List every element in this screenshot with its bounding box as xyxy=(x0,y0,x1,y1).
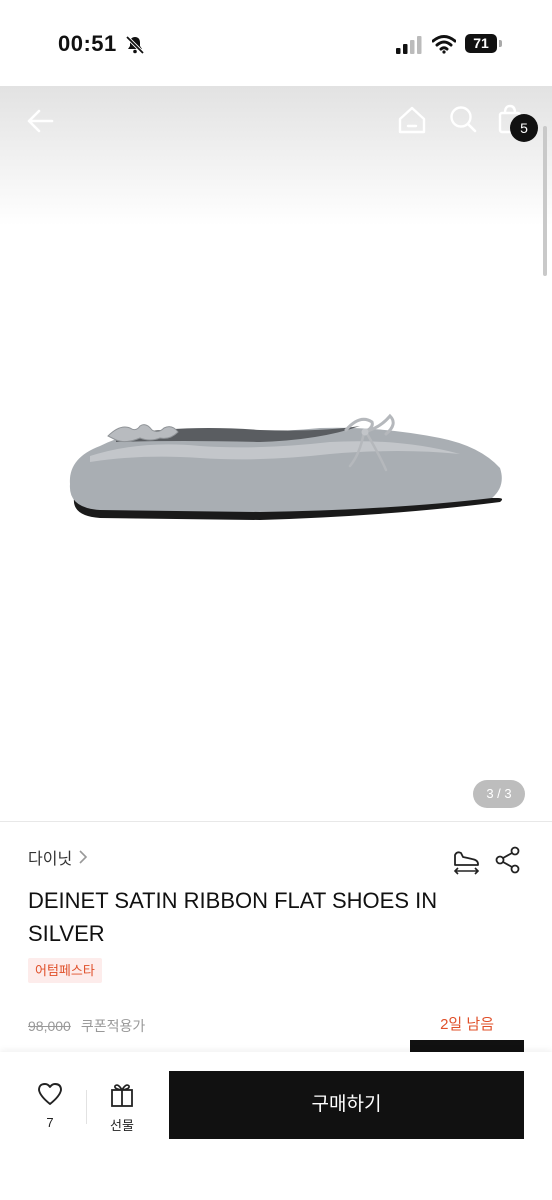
coupon-download-button[interactable] xyxy=(410,1040,524,1052)
days-left-label: 2일 남음 xyxy=(440,1016,494,1033)
bottom-action-bar: 7 선물 구매하기 xyxy=(0,1052,552,1200)
gift-label: 선물 xyxy=(110,1118,134,1133)
coupon-applied-label: 쿠폰적용가 xyxy=(80,1018,146,1034)
gift-button[interactable]: 선물 xyxy=(104,1082,140,1134)
buy-button[interactable]: 구매하기 xyxy=(169,1071,524,1139)
home-icon[interactable] xyxy=(396,104,428,136)
sale-price-row-partial xyxy=(0,1040,552,1052)
cart-count-badge[interactable]: 5 xyxy=(510,114,538,142)
brand-name: 다이닛 xyxy=(28,851,73,868)
heart-icon xyxy=(38,1083,62,1105)
like-button[interactable]: 7 xyxy=(32,1082,68,1130)
gift-icon xyxy=(111,1084,133,1107)
battery-indicator: 71 xyxy=(465,34,503,54)
cellular-signal-icon xyxy=(396,36,422,54)
gallery-page-indicator: 3 / 3 xyxy=(473,780,525,808)
wifi-icon xyxy=(432,35,456,54)
original-price: 98,000 xyxy=(28,1018,71,1034)
section-divider xyxy=(0,821,552,822)
status-time: 00:51 xyxy=(58,31,117,56)
bottom-bar-separator xyxy=(86,1090,87,1124)
image-top-toolbar: 5 xyxy=(0,86,552,156)
product-title: DEINET SATIN RIBBON FLAT SHOES IN SILVER xyxy=(28,888,438,946)
share-icon[interactable] xyxy=(494,846,522,874)
back-arrow-icon[interactable] xyxy=(24,104,58,138)
chevron-right-icon xyxy=(79,850,88,864)
brand-link[interactable]: 다이닛 xyxy=(28,845,88,869)
status-bar: 00:51 71 xyxy=(0,0,552,86)
shoe-size-icon[interactable] xyxy=(452,847,480,875)
battery-level: 71 xyxy=(465,34,497,53)
battery-cap xyxy=(499,40,502,47)
search-icon[interactable] xyxy=(448,104,478,134)
product-image-gallery[interactable]: 5 3 / 3 xyxy=(0,86,552,821)
product-image-shoe xyxy=(69,413,503,520)
original-price-row: 98,000 쿠폰적용가 xyxy=(28,1016,145,1036)
bell-muted-icon xyxy=(125,35,145,55)
like-count: 7 xyxy=(46,1115,54,1130)
event-tag: 어텀페스타 xyxy=(28,958,102,983)
